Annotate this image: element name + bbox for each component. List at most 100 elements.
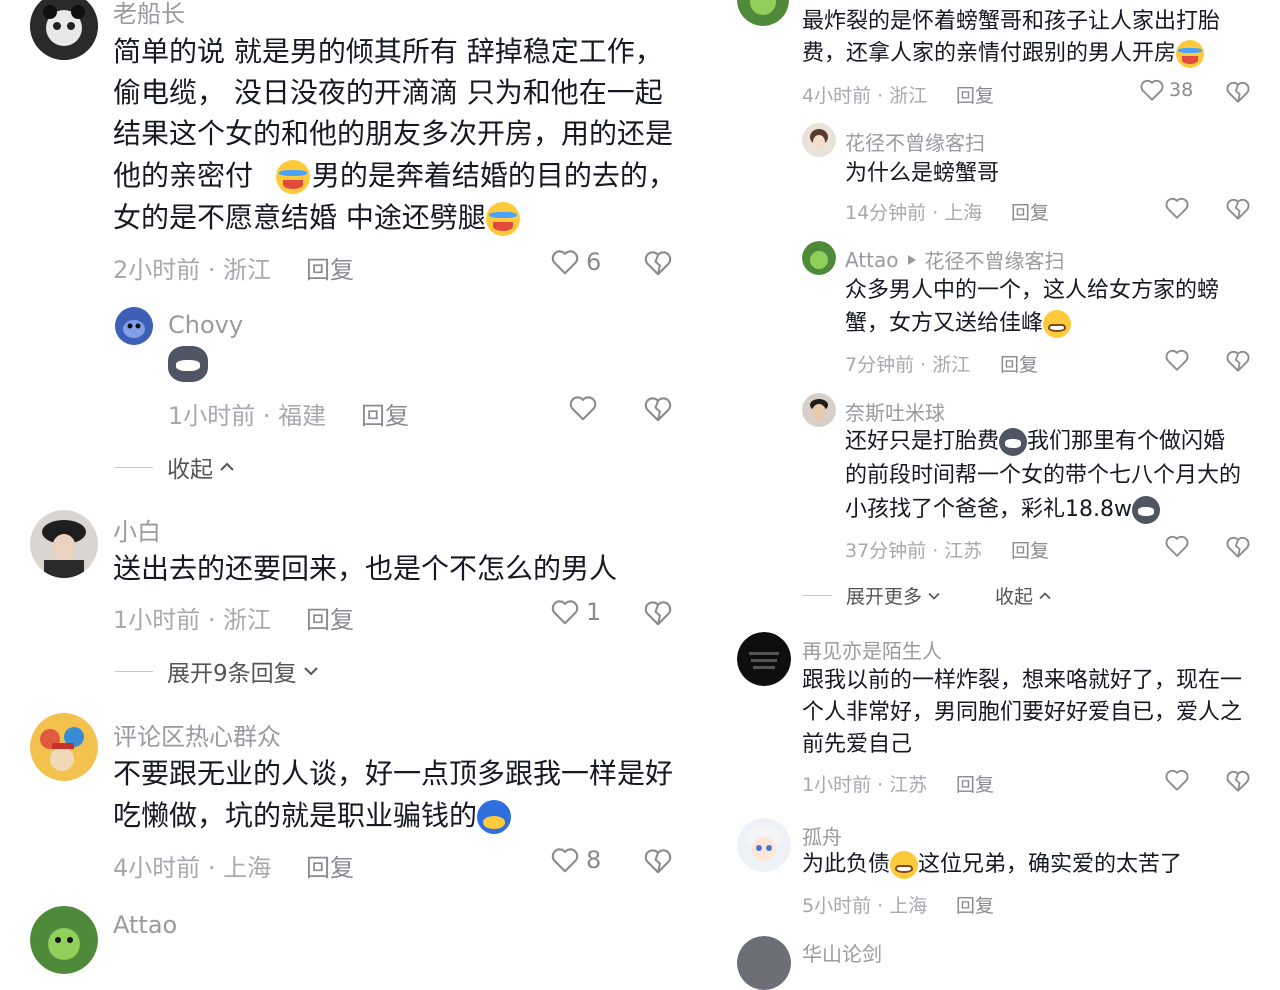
avatar[interactable] xyxy=(737,0,789,26)
avatar[interactable] xyxy=(737,818,791,872)
comment-text-line: 的前段时间帮一个女的带个七八个月大的 xyxy=(845,463,1242,488)
like-button[interactable]: 8 xyxy=(550,846,601,874)
username[interactable]: 奈斯吐米球 xyxy=(845,397,945,426)
like-count: 1 xyxy=(586,598,602,626)
reply-button[interactable]: 回复 xyxy=(306,600,354,635)
cat-emoji-icon xyxy=(1131,496,1160,524)
avatar[interactable] xyxy=(737,936,791,990)
like-button[interactable]: 1 xyxy=(550,598,601,626)
like-count: 38 xyxy=(1169,79,1194,101)
heart-outline-icon xyxy=(1165,535,1189,557)
grin-emoji-icon xyxy=(1043,310,1072,338)
avatar[interactable] xyxy=(30,713,98,781)
time-location: 2小时前 · 浙江 xyxy=(113,256,272,284)
like-button[interactable] xyxy=(568,394,598,422)
avatar[interactable] xyxy=(30,906,98,974)
heart-outline-icon xyxy=(569,396,597,421)
broken-heart-icon[interactable] xyxy=(1225,348,1251,374)
chevron-down-icon xyxy=(303,667,318,676)
comment-text-line: 他的亲密付 男的是奔着结婚的目的去的， xyxy=(113,155,676,196)
reply-to-username[interactable]: 花径不曾缘客扫 xyxy=(925,245,1065,274)
username[interactable]: 华山论剑 xyxy=(802,938,882,967)
avatar[interactable] xyxy=(737,632,791,686)
comment-text-line: 不要跟无业的人谈，好一点顶多跟我一样是好 xyxy=(113,757,674,790)
time-location: 4小时前 · 上海 xyxy=(113,854,272,882)
reply-button[interactable]: 回复 xyxy=(1011,198,1049,225)
avatar[interactable] xyxy=(115,307,153,345)
reply-button[interactable]: 回复 xyxy=(306,848,354,883)
username[interactable]: 老船长 xyxy=(113,0,185,29)
comment-text-segment: 小孩找了个爸爸，彩礼18.8w xyxy=(845,497,1132,522)
like-button[interactable]: 38 xyxy=(1139,78,1193,102)
reply-button[interactable]: 回复 xyxy=(1000,350,1038,377)
reply-header: Attao 花径不曾缘客扫 xyxy=(845,245,1065,274)
divider xyxy=(802,595,832,596)
collapse-replies-button[interactable]: 收起 xyxy=(115,450,235,484)
avatar[interactable] xyxy=(802,241,836,275)
comment-text-line: 众多男人中的一个，这人给女方家的螃 xyxy=(845,278,1220,303)
comment-text-line: 送出去的还要回来，也是个不怎么的男人 xyxy=(113,552,618,585)
expand-replies-button[interactable]: 展开9条回复 xyxy=(115,654,319,688)
chevron-up-icon xyxy=(220,462,234,471)
comment-text-segment: 费，还拿人家的亲情付跟别的男人开房 xyxy=(802,41,1177,66)
expand-more-button[interactable]: 展开更多 xyxy=(802,582,941,609)
avatar[interactable] xyxy=(30,0,98,60)
broken-heart-icon[interactable] xyxy=(643,598,673,628)
time-location: 4小时前 · 浙江 xyxy=(802,85,928,107)
broken-heart-icon[interactable] xyxy=(1225,768,1251,794)
comment-text-line: 女的是不愿意结婚 中途还劈腿 xyxy=(113,197,520,238)
username[interactable]: 孤舟 xyxy=(802,821,842,850)
comment-text-line: 还好只是打胎费 我们那里有个做闪婚 xyxy=(845,426,1225,458)
like-button[interactable] xyxy=(1164,768,1190,792)
comment-text-line: 最炸裂的是怀着螃蟹哥和孩子让人家出打胎 xyxy=(802,9,1221,34)
username[interactable]: Chovy xyxy=(168,311,243,339)
like-button[interactable] xyxy=(1164,196,1190,220)
time-location: 1小时前 · 浙江 xyxy=(113,606,272,634)
username[interactable]: 花径不曾缘客扫 xyxy=(845,127,985,156)
expand-label: 展开9条回复 xyxy=(167,661,297,687)
broken-heart-icon[interactable] xyxy=(643,846,673,876)
reply-button[interactable]: 回复 xyxy=(956,770,994,797)
time-location: 37分钟前 · 江苏 xyxy=(845,540,983,562)
broken-heart-icon[interactable] xyxy=(1225,534,1251,560)
heart-outline-icon xyxy=(1140,79,1164,101)
reply-button[interactable]: 回复 xyxy=(361,396,409,431)
broken-heart-icon[interactable] xyxy=(643,248,673,278)
avatar[interactable] xyxy=(30,510,98,578)
comment-text-segment: 男的是奔着结婚的目的去的， xyxy=(311,159,676,192)
reply-button[interactable]: 回复 xyxy=(1011,536,1049,563)
broken-heart-icon[interactable] xyxy=(643,394,673,424)
reply-button[interactable]: 回复 xyxy=(956,891,994,918)
comment-text-line: 为此负债 这位兄弟，确实爱的太苦了 xyxy=(802,849,1182,881)
left-comment-column: 老船长 简单的说 就是男的倾其所有 辞掉稳定工作， 偷电缆， 没日没夜的开滴滴 … xyxy=(0,0,700,974)
broken-heart-icon[interactable] xyxy=(1225,79,1251,105)
sweat-emoji-icon xyxy=(477,800,512,834)
heart-outline-icon xyxy=(551,600,579,625)
like-button[interactable]: 6 xyxy=(550,248,601,276)
comment-text-line: 费，还拿人家的亲情付跟别的男人开房 xyxy=(802,38,1205,70)
heart-outline-icon xyxy=(1165,349,1189,371)
time-location: 1小时前 · 福建 xyxy=(168,402,327,430)
comment-text-line: 小孩找了个爸爸，彩礼18.8w xyxy=(845,494,1160,526)
reply-button[interactable]: 回复 xyxy=(306,250,354,285)
comment-text-segment: 还好只是打胎费 xyxy=(845,429,1000,454)
collapse-replies-button[interactable]: 收起 xyxy=(995,582,1052,609)
comment-text-segment: 我们那里有个做闪婚 xyxy=(1027,429,1226,454)
username[interactable]: Attao xyxy=(113,911,177,939)
broken-heart-icon[interactable] xyxy=(1225,196,1251,222)
like-button[interactable] xyxy=(1164,534,1190,558)
reply-button[interactable]: 回复 xyxy=(956,81,994,108)
right-comment-column: 最炸裂的是怀着螃蟹哥和孩子让人家出打胎 费，还拿人家的亲情付跟别的男人开房 4小… xyxy=(735,0,1280,990)
comment-text-line: 为什么是螃蟹哥 xyxy=(845,161,1000,186)
username[interactable]: 评论区热心群众 xyxy=(113,717,281,752)
comment-text-line: 偷电缆， 没日没夜的开滴滴 只为和他在一起 xyxy=(113,76,663,109)
username[interactable]: 小白 xyxy=(113,512,161,547)
username[interactable]: 再见亦是陌生人 xyxy=(802,635,942,664)
like-button[interactable] xyxy=(1164,348,1190,372)
heart-outline-icon xyxy=(551,250,579,275)
crying-laughing-emoji-icon xyxy=(275,160,310,194)
avatar[interactable] xyxy=(802,123,836,157)
avatar[interactable] xyxy=(802,393,836,427)
collapse-label: 收起 xyxy=(167,457,213,483)
username[interactable]: Attao xyxy=(845,248,899,272)
